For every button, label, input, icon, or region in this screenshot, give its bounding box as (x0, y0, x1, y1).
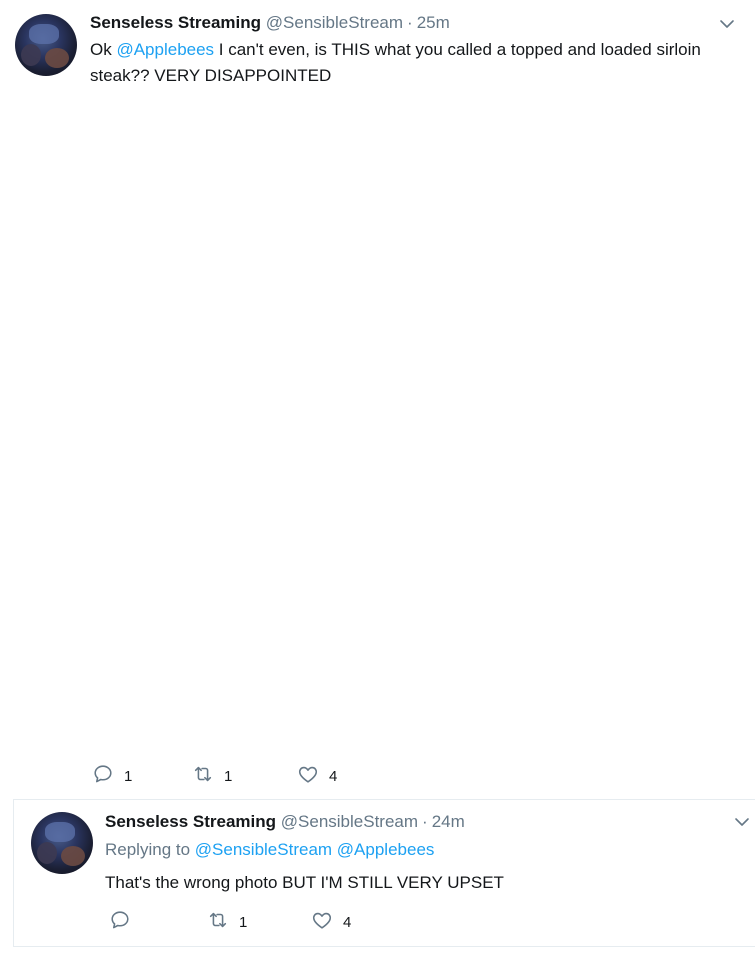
reply-icon (92, 763, 114, 790)
timestamp[interactable]: 24m (432, 812, 465, 831)
avatar[interactable] (31, 812, 93, 874)
reply-tweet[interactable]: Senseless Streaming @SensibleStream · 24m … (13, 799, 755, 947)
retweet-button[interactable]: 1 (192, 763, 232, 790)
reply-button[interactable]: 1 (92, 763, 132, 790)
separator-dot: · (422, 812, 428, 831)
author-name[interactable]: Senseless Streaming (105, 812, 276, 831)
chevron-down-icon[interactable] (734, 814, 750, 830)
timestamp[interactable]: 25m (417, 13, 450, 32)
mention-link[interactable]: @SensibleStream (195, 840, 332, 859)
retweet-button[interactable]: 1 (207, 909, 247, 936)
like-button[interactable]: 4 (311, 909, 351, 936)
reply-icon (109, 909, 131, 936)
avatar[interactable] (15, 14, 77, 76)
separator-dot: · (407, 13, 413, 32)
tweet-text: Ok @Applebees I can't even, is THIS what… (90, 37, 750, 89)
mention-link[interactable]: @Applebees (116, 40, 214, 59)
heart-icon (297, 763, 319, 790)
heart-icon (311, 909, 333, 936)
tweet-header: Senseless Streaming @SensibleStream · 24m (105, 812, 465, 832)
tweet-header: Senseless Streaming @SensibleStream · 25m (90, 13, 450, 33)
mention-link[interactable]: @Applebees (337, 840, 435, 859)
reply-button[interactable] (109, 909, 141, 936)
replying-to-label: Replying to (105, 840, 191, 859)
retweet-icon (207, 909, 229, 936)
author-handle[interactable]: @SensibleStream (266, 13, 403, 32)
retweet-icon (192, 763, 214, 790)
tweet-text: That's the wrong photo BUT I'M STILL VER… (105, 873, 504, 892)
retweet-count: 1 (224, 768, 233, 785)
author-handle[interactable]: @SensibleStream (281, 812, 418, 831)
replying-to: Replying to @SensibleStream @Applebees (105, 840, 434, 860)
tweet[interactable]: Senseless Streaming @SensibleStream · 25m … (0, 0, 755, 800)
chevron-down-icon[interactable] (719, 16, 735, 32)
like-count: 4 (343, 914, 352, 931)
tweet-text-part: Ok (90, 40, 117, 59)
like-count: 4 (329, 768, 338, 785)
like-button[interactable]: 4 (297, 763, 337, 790)
reply-count: 1 (124, 768, 133, 785)
author-name[interactable]: Senseless Streaming (90, 13, 261, 32)
retweet-count: 1 (239, 914, 248, 931)
